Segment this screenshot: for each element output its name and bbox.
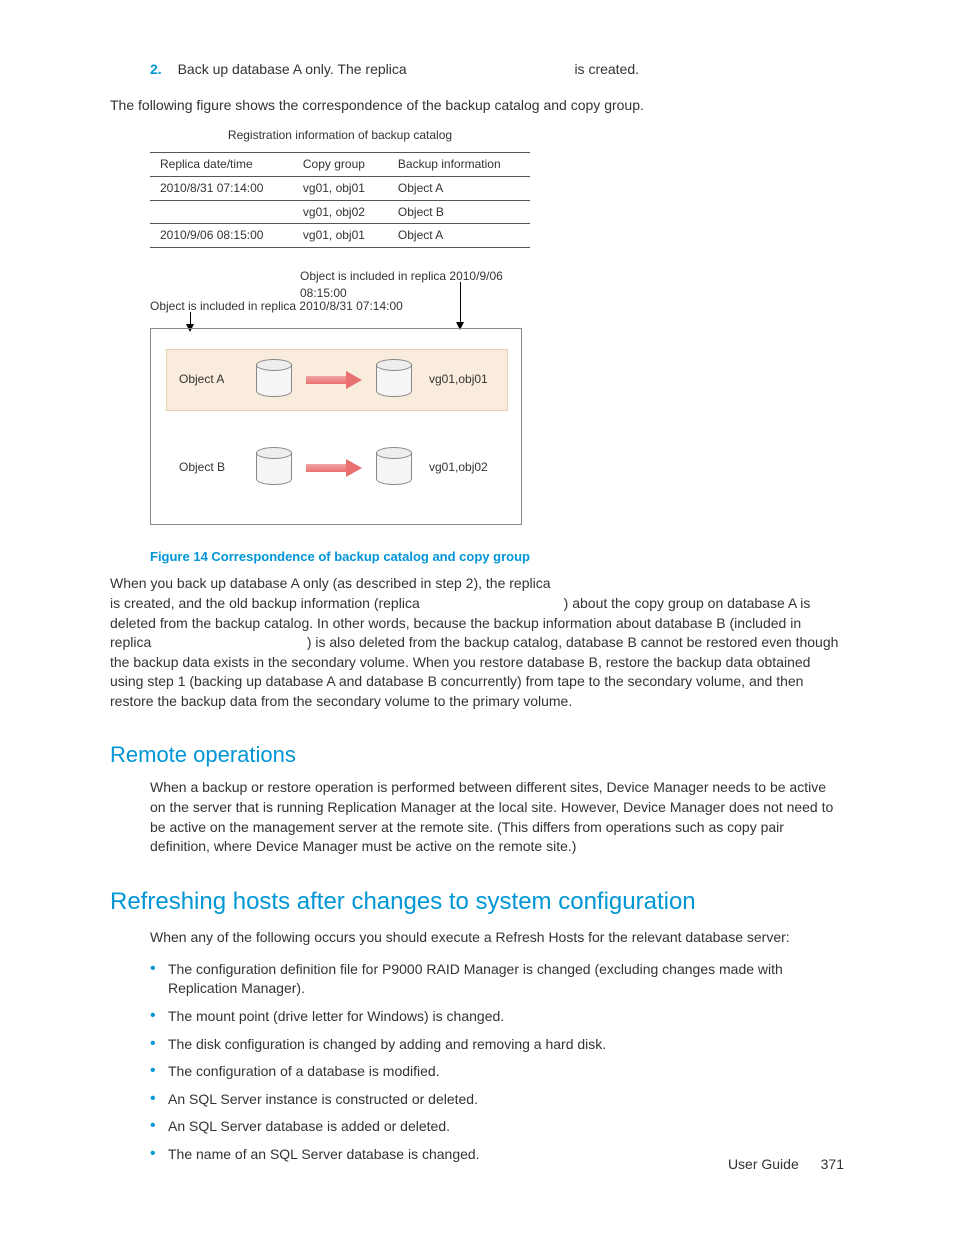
col-header: Backup information — [388, 152, 530, 176]
step-text-a: Back up database A only. The replica — [178, 61, 411, 77]
step-line: 2. Back up database A only. The replica … — [150, 60, 844, 80]
figure-caption: Figure 14 Correspondence of backup catal… — [150, 548, 844, 566]
diagram-frame: Object A vg01,obj01 Object B vg01,obj02 — [150, 328, 522, 525]
object-a-label: Object A — [179, 371, 224, 388]
refresh-intro: When any of the following occurs you sho… — [150, 928, 844, 948]
cell: vg01, obj01 — [293, 176, 388, 200]
table-title: Registration information of backup catal… — [150, 127, 530, 144]
refresh-list: The configuration definition file for P9… — [150, 960, 844, 1165]
list-item: An SQL Server database is added or delet… — [150, 1117, 844, 1137]
remote-operations-para: When a backup or restore operation is pe… — [150, 778, 844, 856]
cylinder-icon — [376, 447, 410, 487]
step-number: 2. — [150, 61, 162, 77]
cell — [150, 200, 293, 224]
cell: Object A — [388, 224, 530, 248]
list-item: An SQL Server instance is constructed or… — [150, 1090, 844, 1110]
refreshing-hosts-heading: Refreshing hosts after changes to system… — [110, 885, 844, 919]
cylinder-icon — [256, 359, 290, 399]
caption-left: Object is included in replica 2010/8/31 … — [150, 298, 403, 315]
list-item: The mount point (drive letter for Window… — [150, 1007, 844, 1027]
arrow-down-icon — [460, 282, 461, 324]
list-item: The disk configuration is changed by add… — [150, 1035, 844, 1055]
cell: 2010/9/06 08:15:00 — [150, 224, 293, 248]
page-footer: User Guide 371 — [728, 1155, 844, 1175]
list-item: The configuration of a database is modif… — [150, 1062, 844, 1082]
col-header: Replica date/time — [150, 152, 293, 176]
registration-table: Replica date/time Copy group Backup info… — [150, 152, 530, 248]
page-number: 371 — [821, 1156, 844, 1172]
cylinder-icon — [376, 359, 410, 399]
cell: vg01, obj02 — [293, 200, 388, 224]
cell: Object A — [388, 176, 530, 200]
vg02-label: vg01,obj02 — [429, 459, 488, 476]
list-item: The configuration definition file for P9… — [150, 960, 844, 999]
step-text-b: is created. — [574, 61, 639, 77]
footer-label: User Guide — [728, 1156, 799, 1172]
vg01-label: vg01,obj01 — [429, 371, 488, 388]
intro-paragraph: The following figure shows the correspon… — [110, 96, 844, 116]
explanation-paragraph: When you back up database A only (as des… — [110, 574, 844, 711]
cell: vg01, obj01 — [293, 224, 388, 248]
cell: Object B — [388, 200, 530, 224]
diagram: Object is included in replica 2010/9/06 … — [150, 268, 530, 538]
remote-operations-heading: Remote operations — [110, 740, 844, 771]
object-b-label: Object B — [179, 459, 225, 476]
caption-right: Object is included in replica 2010/9/06 … — [300, 268, 530, 302]
col-header: Copy group — [293, 152, 388, 176]
cell: 2010/8/31 07:14:00 — [150, 176, 293, 200]
cylinder-icon — [256, 447, 290, 487]
